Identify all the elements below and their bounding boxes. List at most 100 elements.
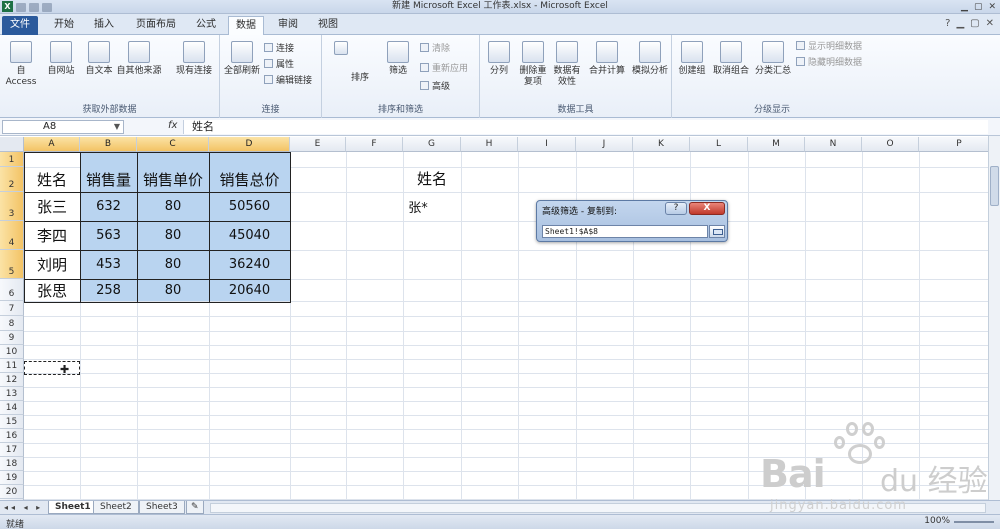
help-icon[interactable]: ?: [945, 18, 950, 29]
what-if-analysis-button[interactable]: 模拟分析: [630, 41, 670, 77]
table-cell[interactable]: 80: [137, 250, 209, 279]
consolidate-button[interactable]: 合并计算: [586, 41, 628, 77]
hide-detail-button[interactable]: 隐藏明细数据: [796, 57, 862, 69]
table-cell[interactable]: 刘明: [24, 250, 80, 279]
row-header-16[interactable]: 16: [0, 429, 24, 443]
sheet-tab-sheet3[interactable]: Sheet3: [139, 501, 185, 514]
ribbon-restore-icon[interactable]: ▢: [970, 18, 979, 29]
table-header-cell[interactable]: 销售量: [80, 167, 137, 192]
from-other-sources-button[interactable]: 自其他来源: [116, 41, 162, 77]
table-cell[interactable]: 张三: [24, 192, 80, 221]
table-cell[interactable]: 80: [137, 221, 209, 250]
column-header-g[interactable]: G: [403, 137, 461, 152]
sort-button[interactable]: 排序: [346, 73, 374, 84]
refresh-all-button[interactable]: 全部刷新: [222, 41, 262, 77]
table-cell[interactable]: 632: [80, 192, 137, 221]
horizontal-scrollbar[interactable]: [210, 503, 986, 513]
reapply-button[interactable]: 重新应用: [420, 63, 468, 75]
from-access-button[interactable]: 自 Access: [2, 41, 40, 88]
row-header-7[interactable]: 7: [0, 301, 24, 316]
table-cell[interactable]: 50560: [209, 192, 290, 221]
row-header-18[interactable]: 18: [0, 457, 24, 471]
column-header-k[interactable]: K: [633, 137, 690, 152]
column-header-i[interactable]: I: [518, 137, 576, 152]
row-header-17[interactable]: 17: [0, 443, 24, 457]
dialog-close-button[interactable]: X: [689, 202, 725, 215]
row-header-10[interactable]: 10: [0, 345, 24, 359]
existing-connections-button[interactable]: 现有连接: [172, 41, 216, 77]
table-cell[interactable]: 张思: [24, 279, 80, 301]
expand-dialog-icon[interactable]: [709, 225, 725, 238]
table-cell[interactable]: 45040: [209, 221, 290, 250]
show-detail-button[interactable]: 显示明细数据: [796, 41, 862, 53]
edit-links-button[interactable]: 编辑链接: [264, 75, 312, 87]
table-cell[interactable]: 563: [80, 221, 137, 250]
column-header-m[interactable]: M: [748, 137, 805, 152]
zoom-slider[interactable]: [954, 521, 994, 523]
text-to-columns-button[interactable]: 分列: [482, 41, 516, 77]
maximize-icon[interactable]: ▢: [974, 2, 983, 12]
vertical-scrollbar[interactable]: [988, 136, 1000, 501]
properties-button[interactable]: 属性: [264, 59, 294, 71]
dialog-help-button[interactable]: ?: [665, 202, 687, 215]
zoom-level[interactable]: 100%: [924, 516, 950, 526]
filter-button[interactable]: 筛选: [380, 41, 416, 77]
sheet-tab-sheet1[interactable]: Sheet1: [48, 501, 98, 514]
row-header-4[interactable]: 4: [0, 221, 24, 250]
chevron-down-icon[interactable]: ▼: [114, 121, 120, 133]
name-box[interactable]: A8 ▼: [2, 120, 124, 134]
tab-data[interactable]: 数据: [228, 16, 264, 35]
column-header-n[interactable]: N: [805, 137, 862, 152]
from-text-button[interactable]: 自文本: [80, 41, 118, 77]
criteria-header-cell[interactable]: 姓名: [404, 164, 460, 192]
copy-to-range-input[interactable]: Sheet1!$A$8: [542, 225, 708, 238]
tab-formulas[interactable]: 公式: [188, 16, 224, 35]
table-cell[interactable]: 李四: [24, 221, 80, 250]
clear-button[interactable]: 清除: [420, 43, 450, 55]
row-header-6[interactable]: 6: [0, 279, 24, 301]
advanced-filter-dialog[interactable]: 高级筛选 - 复制到: ? X Sheet1!$A$8: [536, 200, 728, 242]
column-header-j[interactable]: J: [576, 137, 633, 152]
criteria-value-cell[interactable]: 张*: [398, 193, 438, 219]
tab-file[interactable]: 文件: [2, 16, 38, 35]
column-header-h[interactable]: H: [461, 137, 518, 152]
from-web-button[interactable]: 自网站: [42, 41, 80, 77]
minimize-icon[interactable]: ▁: [961, 2, 968, 12]
row-header-12[interactable]: 12: [0, 373, 24, 387]
row-header-5[interactable]: 5: [0, 250, 24, 279]
ribbon-minimize-icon[interactable]: ▁: [956, 18, 964, 29]
table-cell[interactable]: 80: [137, 279, 209, 301]
table-cell[interactable]: 36240: [209, 250, 290, 279]
tab-review[interactable]: 审阅: [270, 16, 306, 35]
column-header-d[interactable]: D: [209, 137, 290, 152]
row-header-13[interactable]: 13: [0, 387, 24, 401]
table-cell[interactable]: 80: [137, 192, 209, 221]
insert-sheet-icon[interactable]: ✎: [186, 501, 204, 514]
column-header-f[interactable]: F: [346, 137, 403, 152]
table-cell[interactable]: 453: [80, 250, 137, 279]
table-header-cell[interactable]: 销售总价: [209, 167, 290, 192]
connections-button[interactable]: 连接: [264, 43, 294, 55]
row-header-9[interactable]: 9: [0, 331, 24, 345]
row-header-8[interactable]: 8: [0, 316, 24, 331]
formula-input[interactable]: 姓名: [183, 120, 988, 134]
ungroup-button[interactable]: 取消组合: [710, 41, 752, 77]
column-header-b[interactable]: B: [80, 137, 137, 152]
row-header-2[interactable]: 2: [0, 167, 24, 192]
column-header-l[interactable]: L: [690, 137, 748, 152]
tab-page-layout[interactable]: 页面布局: [128, 16, 184, 35]
column-header-e[interactable]: E: [290, 137, 346, 152]
row-header-20[interactable]: 20: [0, 485, 24, 499]
insert-function-icon[interactable]: fx: [168, 120, 177, 131]
subtotal-button[interactable]: 分类汇总: [752, 41, 794, 77]
column-header-o[interactable]: O: [862, 137, 919, 152]
row-header-19[interactable]: 19: [0, 471, 24, 485]
data-validation-button[interactable]: 数据有效性: [550, 41, 584, 88]
row-header-3[interactable]: 3: [0, 192, 24, 221]
table-header-cell[interactable]: 销售单价: [137, 167, 209, 192]
table-cell[interactable]: 20640: [209, 279, 290, 301]
tab-view[interactable]: 视图: [310, 16, 346, 35]
row-header-11[interactable]: 11: [0, 359, 24, 373]
sheet-tab-sheet2[interactable]: Sheet2: [93, 501, 139, 514]
ribbon-close-icon[interactable]: ✕: [986, 18, 994, 29]
